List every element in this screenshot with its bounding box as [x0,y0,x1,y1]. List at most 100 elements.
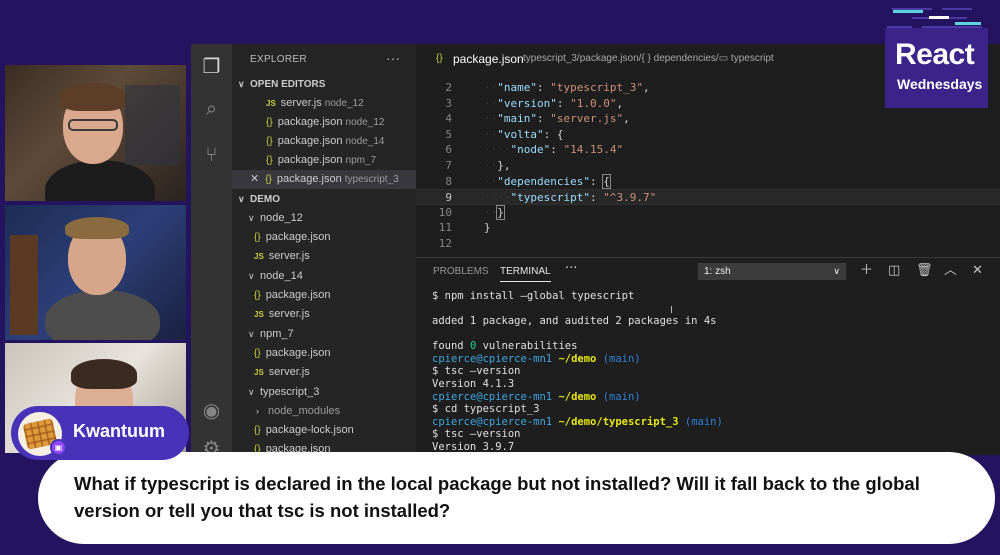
code-line[interactable]: 8 ··"dependencies": { [416,173,1000,190]
code-line[interactable]: 7 ··}, [416,158,1000,174]
terminal-line: $ tsc —version [432,365,521,378]
explorer-more-actions[interactable]: ··· [386,50,400,66]
explorer-title: EXPLORER [250,54,307,65]
code-line[interactable]: 4 ··"main": "server.js", [416,111,1000,127]
terminal-line: cpierce@cpierce-mn1 ~/demo (main) [432,390,641,403]
code-text: ··"volta": { [484,127,564,141]
code-line[interactable]: 6 ····"node": "14.15.4" [416,142,1000,158]
webcam-host-1 [5,65,186,201]
explorer-icon[interactable]: ❐ [199,54,224,79]
line-number: 8 [445,174,452,188]
tab-problems[interactable]: PROBLEMS [433,266,489,277]
terminal-line: cpierce@cpierce-mn1 ~/demo (main) [432,352,641,365]
code-text: } [484,221,491,235]
code-line[interactable]: 11} [416,220,1000,236]
line-number: 2 [445,81,452,94]
tree-file[interactable]: JS server.js [232,305,416,324]
open-editor-item[interactable]: {} package.json node_12 [232,113,416,132]
json-file-icon: {} [265,174,272,185]
text-cursor: I [670,305,673,316]
close-panel-icon[interactable]: ✕ [972,262,983,279]
code-text: ··}, [484,159,511,172]
demo-folder-header[interactable]: ∨ DEMO [232,190,416,209]
open-editors-header[interactable]: ∨ OPEN EDITORS [232,75,416,94]
tree-file[interactable]: JS server.js [232,363,416,382]
tree-file[interactable]: {} package.json [232,286,416,305]
tree-folder[interactable]: ∨ node_12 [232,209,416,228]
code-text: ··"main": "server.js", [484,112,630,126]
chat-user-pill: ▣ Kwantuum [11,406,189,460]
vscode-window: ❐ ⌕ ⑂ ◉ ⚙ EXPLORER ··· ∨ OPEN EDITORS JS s… [191,44,1000,455]
code-text: ····"node": "14.15.4" [484,143,624,157]
account-icon[interactable]: ◉ [199,398,224,423]
open-editor-item[interactable]: JS server.js node_12 [232,94,416,113]
twitch-badge-icon: ▣ [50,439,67,456]
chevron-down-icon: ∨ [238,194,245,204]
new-terminal-icon[interactable]: ＋ [860,262,873,279]
search-icon[interactable]: ⌕ [199,96,224,121]
line-number: 5 [445,127,452,141]
tree-folder[interactable]: ∨ npm_7 [232,325,416,344]
panel-more-actions[interactable]: ··· [565,261,577,276]
code-text: ··} [484,204,505,220]
open-editor-item-active[interactable]: ✕{} package.json typescript_3 [232,170,416,189]
explorer-sidebar: EXPLORER ··· ∨ OPEN EDITORS JS server.js no… [232,44,416,455]
chevron-right-icon: › [256,406,259,416]
json-file-icon: {} [254,232,261,243]
tree-folder[interactable]: ∨ node_14 [232,267,416,286]
source-control-icon[interactable]: ⑂ [199,142,224,167]
logo-subtitle: Wednesdays [897,76,983,92]
line-number: 9 [445,191,452,205]
line-number: 10 [438,205,452,219]
code-line[interactable]: 12 [416,236,1000,252]
json-file-icon: {} [254,425,261,436]
code-text: ··"dependencies": { [484,173,611,189]
code-line[interactable]: 9 ····"typescript": "^3.9.7" [416,189,1000,206]
bottom-panel: PROBLEMS TERMINAL ··· 1: zsh ∨ ＋ ◫ 🗑 ︿ ✕ … [416,257,1000,455]
chevron-down-icon: ∨ [238,79,245,89]
split-terminal-icon[interactable]: ◫ [888,262,900,279]
open-editor-item[interactable]: {} package.json npm_7 [232,151,416,170]
line-number: 12 [438,237,452,250]
code-text: ··"name": "typescript_3", [484,81,650,94]
tree-file[interactable]: {} package-lock.json [232,421,416,440]
tree-file[interactable]: JS server.js [232,247,416,266]
terminal-line: $ npm install —global typescript [432,290,635,302]
editor-tab-title[interactable]: package.json [453,52,524,66]
terminal-line: Version 4.1.3 [432,378,515,390]
line-number: 3 [445,96,452,110]
code-text: ··"version": "1.0.0", [484,96,624,110]
react-wednesdays-logo: React Wednesdays [885,10,988,108]
terminal-select[interactable]: 1: zsh ∨ [698,263,846,280]
js-file-icon: JS [266,99,276,108]
line-number: 11 [438,221,452,235]
code-text: ····"typescript": "^3.9.7" [484,191,657,205]
tree-folder[interactable]: ∨ typescript_3 [232,383,416,402]
breadcrumb[interactable]: typescript_3/package.json/{ } dependenci… [523,53,774,64]
json-file-icon: {} [254,290,261,301]
code-line[interactable]: 5 ··"volta": { [416,127,1000,143]
line-number: 4 [445,112,452,126]
trash-icon[interactable]: 🗑 [916,262,933,279]
terminal-line: $ cd typescript_3 [432,403,540,416]
tree-folder[interactable]: › node_modules [232,402,416,421]
js-file-icon: JS [254,310,264,319]
tree-file[interactable]: {} package.json [232,228,416,247]
line-number: 6 [445,143,452,157]
chat-message-text: What if typescript is declared in the lo… [74,473,920,521]
tab-terminal[interactable]: TERMINAL [500,266,551,282]
chevron-down-icon: ∨ [248,329,255,339]
json-file-icon: {} [266,155,273,166]
maximize-panel-icon[interactable]: ︿ [944,262,957,279]
json-file-icon: {} [266,117,273,128]
close-icon[interactable]: ✕ [250,173,259,185]
js-file-icon: JS [254,252,264,261]
open-editor-item[interactable]: {} package.json node_14 [232,132,416,151]
chevron-down-icon: ∨ [248,387,255,397]
json-file-icon: {} [436,53,443,64]
terminal-line: found 0 vulnerabilities [432,340,578,353]
code-line[interactable]: 10 ··} [416,204,1000,221]
line-number: 7 [445,159,452,172]
terminal-line: $ tsc —version [432,428,521,441]
tree-file[interactable]: {} package.json [232,344,416,363]
